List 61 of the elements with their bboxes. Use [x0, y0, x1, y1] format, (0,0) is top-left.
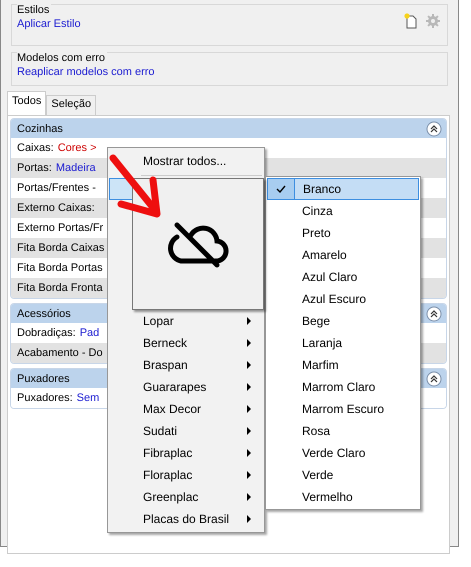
property-label: Portas: [17, 162, 52, 174]
submenu-arrow-icon [247, 471, 251, 479]
menu-item[interactable]: Greenplac [132, 486, 264, 508]
menu-item[interactable]: Marrom Claro [267, 376, 419, 398]
submenu-arrow-icon [247, 449, 251, 457]
property-label: Acabamento - Do [17, 347, 103, 359]
menu-item[interactable]: Branco [267, 178, 419, 200]
menu-item[interactable]: Mostrar todos... [132, 150, 264, 172]
menu-item[interactable]: Laranja [267, 332, 419, 354]
submenu-arrow-icon [247, 515, 251, 523]
menu-item[interactable] [109, 178, 133, 200]
property-label: Dobradiças: [17, 327, 76, 339]
menu-item[interactable]: Marrom Escuro [267, 398, 419, 420]
menu-item[interactable]: Lopar [132, 310, 264, 332]
menu-item[interactable]: Azul Claro [267, 266, 419, 288]
collapse-icon[interactable] [426, 370, 442, 386]
reapply-link[interactable]: Reaplicar modelos com erro [17, 65, 155, 79]
submenu-arrow-icon [247, 493, 251, 501]
menu-item[interactable]: Bege [267, 310, 419, 332]
property-value[interactable]: Sem [76, 392, 100, 404]
menu-item[interactable]: Placas do Brasil [132, 508, 264, 530]
menu-item[interactable]: Sudati [132, 420, 264, 442]
property-value[interactable]: Cores > [58, 142, 97, 154]
collapse-icon[interactable] [426, 120, 442, 136]
menu-item[interactable]: Fibraplac [132, 442, 264, 464]
menu-item[interactable]: Berneck [132, 332, 264, 354]
menu-item[interactable]: Rosa [267, 420, 419, 442]
menu-item[interactable]: Floraplac [132, 464, 264, 486]
submenu-arrow-icon [247, 383, 251, 391]
new-document-icon[interactable] [403, 13, 419, 29]
menu-item[interactable]: Max Decor [132, 398, 264, 420]
property-label: Externo Caixas: [17, 202, 95, 214]
property-label: Fita Borda Caixas [17, 242, 104, 254]
property-label: Fita Borda Fronta [17, 282, 103, 294]
submenu-arrow-icon [247, 405, 251, 413]
menu-item[interactable]: Azul Escuro [267, 288, 419, 310]
property-value[interactable]: Pad [80, 327, 100, 339]
section-header[interactable]: Cozinhas [11, 119, 446, 138]
menu-item[interactable]: Vermelho [267, 486, 419, 508]
submenu-arrow-icon [247, 317, 251, 325]
property-label: Puxadores: [17, 392, 73, 404]
property-value[interactable]: Madeira [56, 162, 96, 174]
submenu-arrow-icon [247, 427, 251, 435]
menu-item[interactable]: Guararapes [132, 376, 264, 398]
menu-item[interactable]: Cinza [267, 200, 419, 222]
submenu-arrow-icon [247, 361, 251, 369]
property-label: Portas/Frentes - [17, 182, 96, 194]
submenu-arrow-icon [247, 339, 251, 347]
menu-item[interactable]: Marfim [267, 354, 419, 376]
menu-item[interactable]: Verde Claro [267, 442, 419, 464]
menu-item[interactable]: Braspan [132, 354, 264, 376]
property-label: Externo Portas/Fr [17, 222, 104, 234]
property-label: Caixas: [17, 142, 54, 154]
property-label: Fita Borda Portas [17, 262, 103, 274]
menu-item[interactable]: Preto [267, 222, 419, 244]
tab[interactable]: Todos [7, 91, 46, 115]
collapse-icon[interactable] [426, 306, 442, 322]
menu-item[interactable]: Verde [267, 464, 419, 486]
tab[interactable]: Seleção [46, 95, 96, 115]
apply-style-link[interactable]: Aplicar Estilo [17, 17, 81, 31]
menu-item[interactable]: Amarelo [267, 244, 419, 266]
